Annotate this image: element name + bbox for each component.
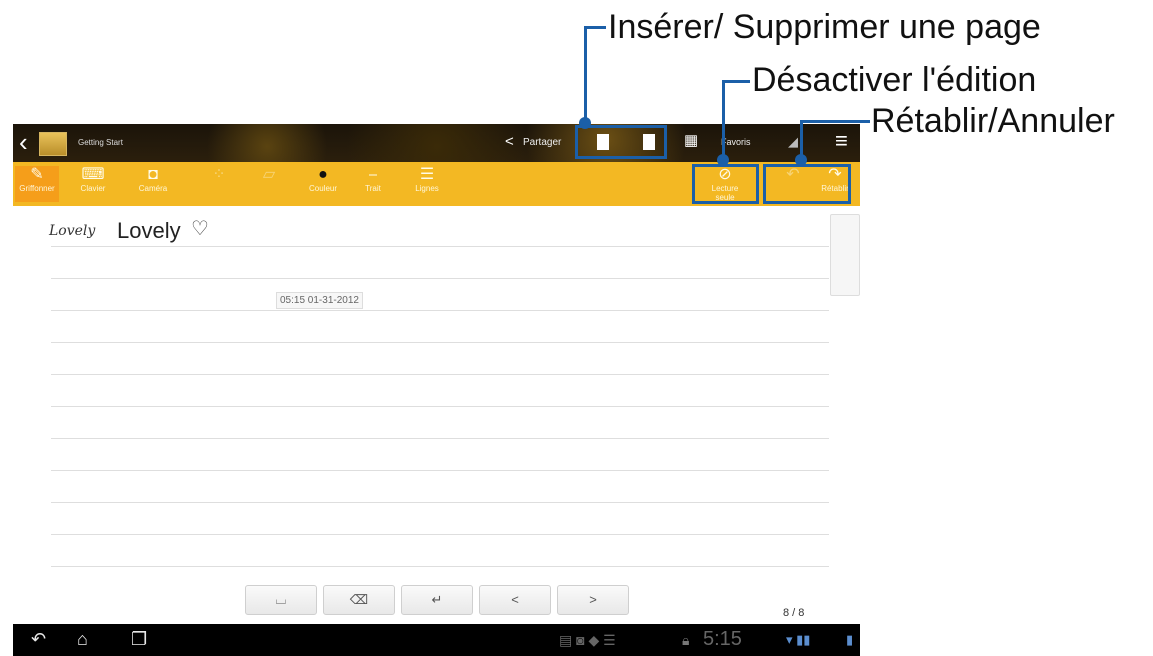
home-nav-icon[interactable]: ⌂ bbox=[77, 629, 88, 650]
note-page[interactable]: Lovely Lovely ♡ 05:15 01-31-2012 bbox=[43, 206, 829, 626]
signal-icon: ◢ bbox=[788, 134, 798, 149]
pen-icon: ✎ bbox=[30, 166, 44, 183]
callout-line bbox=[722, 80, 750, 83]
note-line bbox=[51, 278, 829, 279]
highlight-disable-editing bbox=[692, 164, 759, 204]
eraser-icon: ▱ bbox=[262, 166, 276, 183]
handwritten-word: Lovely bbox=[49, 223, 96, 239]
favorites-label[interactable]: Favoris bbox=[721, 137, 751, 147]
share-icon[interactable]: < bbox=[505, 133, 514, 150]
callout-line bbox=[584, 26, 606, 29]
heart-doodle-icon: ♡ bbox=[191, 218, 209, 240]
back-icon[interactable]: ‹ bbox=[19, 127, 28, 157]
eraser-tool[interactable]: ▱ bbox=[247, 166, 291, 202]
camera-tool[interactable]: ◘ Caméra bbox=[131, 166, 175, 202]
stroke-tool[interactable]: ⎯ Trait bbox=[351, 166, 395, 202]
select-tool[interactable]: ⁘ bbox=[197, 166, 241, 202]
wifi-icon: ▾ ▮▮ bbox=[786, 632, 811, 647]
note-line bbox=[51, 502, 829, 503]
share-label[interactable]: Partager bbox=[523, 137, 561, 148]
space-key[interactable]: ⌴ bbox=[245, 585, 317, 615]
keyboard-tool[interactable]: ⌨ Clavier bbox=[71, 166, 115, 202]
note-line bbox=[51, 566, 829, 567]
next-page-button[interactable]: > bbox=[557, 585, 629, 615]
callout-line bbox=[722, 80, 725, 158]
menu-icon[interactable]: ≡ bbox=[835, 128, 848, 154]
lines-icon: ☰ bbox=[419, 166, 435, 183]
callout-dot bbox=[579, 117, 591, 129]
note-line bbox=[51, 534, 829, 535]
note-line bbox=[51, 406, 829, 407]
typed-word: Lovely bbox=[117, 218, 181, 243]
note-line bbox=[51, 374, 829, 375]
battery-icon: ▮ bbox=[846, 632, 854, 647]
scribble-tool[interactable]: ✎ Griffonner bbox=[15, 166, 59, 202]
lock-icon: 🔒︎ bbox=[682, 632, 690, 648]
previous-page-button[interactable]: < bbox=[479, 585, 551, 615]
callout-insert-delete-page: Insérer/ Supprimer une page bbox=[608, 8, 1041, 46]
callout-dot bbox=[795, 154, 807, 166]
recent-apps-icon[interactable]: ❐ bbox=[131, 629, 147, 650]
note-line bbox=[51, 246, 829, 247]
callout-line bbox=[800, 120, 803, 158]
select-icon: ⁘ bbox=[212, 166, 226, 183]
page-counter: 8 / 8 bbox=[783, 607, 805, 619]
notebook-thumbnail bbox=[39, 132, 67, 156]
highlight-redo-undo bbox=[763, 164, 851, 204]
callout-line bbox=[800, 120, 870, 123]
highlight-insert-delete-page bbox=[575, 125, 667, 159]
enter-key[interactable]: ↵ bbox=[401, 585, 473, 615]
note-line bbox=[51, 310, 829, 311]
notification-icon: ▤ ◙ ◆ ☰ bbox=[559, 632, 616, 648]
keyboard-icon: ⌨ bbox=[81, 166, 105, 183]
stroke-icon: ⎯ bbox=[368, 166, 377, 183]
note-line bbox=[51, 342, 829, 343]
timestamp: 05:15 01-31-2012 bbox=[276, 292, 363, 309]
callout-line bbox=[584, 26, 587, 122]
system-nav-bar: ↶ ⌂ ❐ ▤ ◙ ◆ ☰ 🔒︎ 5:15 ▾ ▮▮ ▮ bbox=[13, 624, 860, 656]
note-line bbox=[51, 470, 829, 471]
top-action-bar: ‹ Getting Start < Partager ▦ Favoris ◢ ≡ bbox=[13, 124, 860, 162]
color-dot-icon: ● bbox=[318, 166, 328, 183]
note-line bbox=[51, 438, 829, 439]
color-tool[interactable]: ● Couleur bbox=[301, 166, 345, 202]
page-scrollbar[interactable] bbox=[830, 214, 860, 296]
backspace-key[interactable]: ⌫ bbox=[323, 585, 395, 615]
lines-tool[interactable]: ☰ Lignes bbox=[405, 166, 449, 202]
camera-icon: ◘ bbox=[148, 166, 158, 183]
callout-dot bbox=[717, 154, 729, 166]
callout-redo-undo: Rétablir/Annuler bbox=[871, 102, 1115, 140]
grid-view-icon[interactable]: ▦ bbox=[684, 131, 698, 149]
callout-disable-editing: Désactiver l'édition bbox=[752, 61, 1037, 99]
back-nav-icon[interactable]: ↶ bbox=[31, 629, 46, 650]
notebook-title: Getting Start bbox=[78, 138, 123, 147]
clock: 5:15 bbox=[703, 628, 742, 650]
